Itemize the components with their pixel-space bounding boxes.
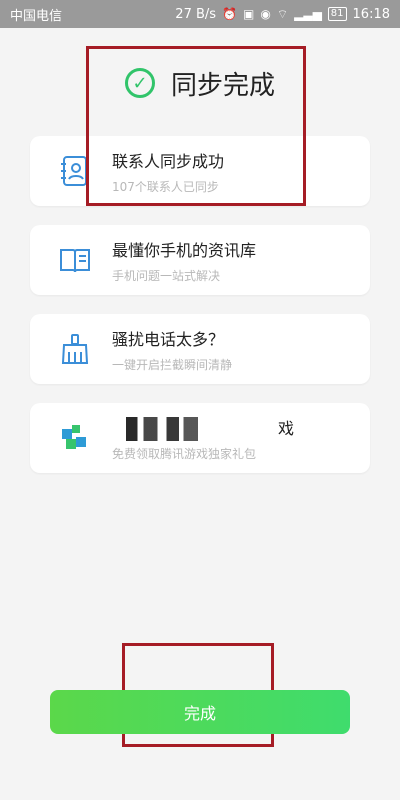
card-spam-calls[interactable]: 骚扰电话太多？ 一键开启拦截瞬间清静 [30, 314, 370, 384]
check-circle-icon: ✓ [124, 68, 155, 98]
carrier: 中国电信 [10, 8, 63, 24]
clock: 16:18 [352, 6, 390, 22]
hd-icon: ▣ [243, 7, 255, 21]
card-news-library[interactable]: 最懂你手机的资讯库 手机问题一站式解决 [30, 225, 370, 295]
redacted-title [126, 417, 222, 441]
network-speed: 27 B/s [175, 6, 217, 22]
card-title: 最懂你手机的资讯库 [112, 241, 257, 260]
card-subtitle: 手机问题一站式解决 [112, 269, 221, 283]
signal-icon: ▂▃▅ [294, 7, 322, 21]
broom-icon [61, 334, 89, 364]
card-contacts-synced: 联系人同步成功 107个联系人已同步 [30, 136, 370, 206]
status-icons: 27 B/s ⏰ ▣ ◉ ⌔ ▂▃▅ 81 16:18 [175, 7, 390, 22]
status-bar: 中国电信 27 B/s ⏰ ▣ ◉ ⌔ ▂▃▅ 81 16:18 [0, 0, 400, 28]
wifi-icon: ⌔ [276, 7, 289, 21]
card-tencent-games[interactable]: 戏 免费领取腾讯游戏独家礼包 [30, 403, 370, 473]
contacts-book-icon [61, 156, 87, 186]
tencent-games-icon [62, 425, 86, 449]
card-title: 联系人同步成功 [112, 152, 225, 171]
eye-icon: ◉ [260, 7, 271, 21]
battery-indicator: 81 [327, 7, 347, 21]
card-subtitle: 107个联系人已同步 [112, 180, 219, 194]
sync-complete-header: ✓ 同步完成 [0, 58, 400, 108]
card-title: 骚扰电话太多？ [112, 330, 225, 349]
card-title: 戏 [278, 419, 295, 438]
card-subtitle: 一键开启拦截瞬间清静 [112, 358, 233, 372]
open-book-icon [60, 249, 90, 273]
alarm-icon: ⏰ [222, 7, 237, 21]
card-subtitle: 免费领取腾讯游戏独家礼包 [112, 447, 257, 461]
done-button[interactable]: 完成 [50, 690, 350, 734]
page-title: 同步完成 [170, 70, 275, 101]
